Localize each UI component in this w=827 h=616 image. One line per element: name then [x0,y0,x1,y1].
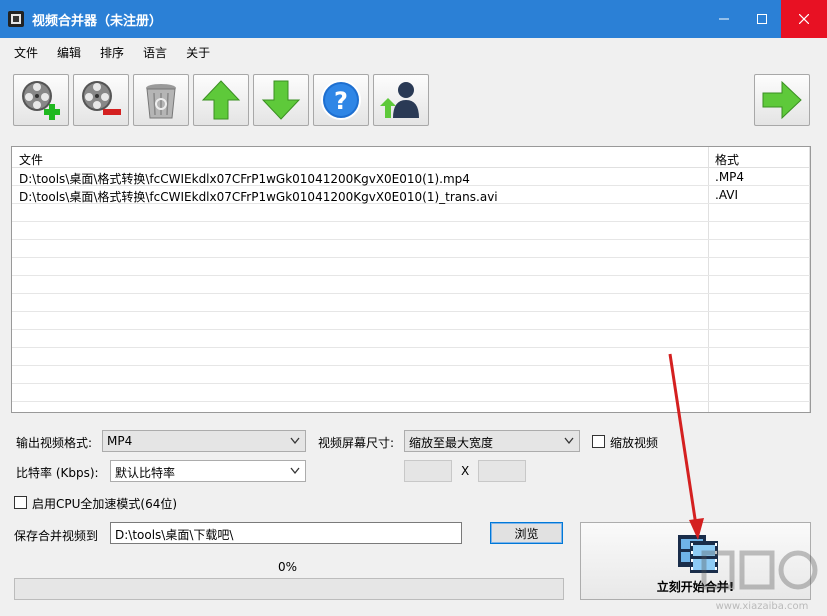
minimize-button[interactable] [705,0,743,38]
arrow-up-icon [199,78,243,122]
cpu-accel-label: 启用CPU全加速模式(64位) [32,495,177,512]
title-bar: 视频合并器（未注册） [0,0,827,38]
chevron-down-icon [290,437,300,445]
bitrate-label: 比特率 (Kbps): [16,464,99,481]
help-button[interactable]: ? [313,74,369,126]
file-path: D:\tools\桌面\格式转换\fcCWIEkdlx07CFrP1wGk010… [19,188,498,205]
save-to-label: 保存合并视频到 [14,527,98,544]
move-up-button[interactable] [193,74,249,126]
menu-sort[interactable]: 排序 [100,44,124,61]
output-format-select[interactable]: MP4 [102,430,306,452]
film-reel-plus-icon [19,78,63,122]
output-format-label: 输出视频格式: [16,434,92,451]
chevron-down-icon [564,437,574,445]
scale-video-label: 缩放视频 [610,434,658,451]
browse-button[interactable]: 浏览 [490,522,563,544]
save-path-value: D:\tools\桌面\下载吧\ [115,526,233,543]
remove-video-button[interactable] [73,74,129,126]
menu-language[interactable]: 语言 [143,44,167,61]
film-reel-minus-icon [79,78,123,122]
maximize-button[interactable] [743,0,781,38]
file-format: .MP4 [715,170,744,184]
menu-edit[interactable]: 编辑 [57,44,81,61]
size-separator: X [461,464,469,478]
width-input[interactable] [404,460,452,482]
question-mark-icon: ? [319,78,363,122]
height-input[interactable] [478,460,526,482]
menu-about[interactable]: 关于 [186,44,210,61]
upgrade-button[interactable] [373,74,429,126]
menu-bar: 文件 编辑 排序 语言 关于 [0,38,827,66]
file-list-header: 文件 格式 [12,147,810,168]
close-button[interactable] [781,0,827,38]
toolbar: ? [0,70,827,130]
column-header-format[interactable]: 格式 [715,151,739,168]
file-format: .AVI [715,188,738,202]
screen-size-select[interactable]: 缩放至最大宽度 [404,430,580,452]
close-icon [799,14,809,24]
progress-bar [14,578,564,600]
watermark-logo: www.xiazaiba.com [700,545,825,615]
svg-text:?: ? [334,87,348,115]
arrow-right-icon [760,78,804,122]
output-format-value: MP4 [107,434,132,448]
bitrate-select[interactable]: 默认比特率 [110,460,306,482]
move-down-button[interactable] [253,74,309,126]
clear-list-button[interactable] [133,74,189,126]
maximize-icon [757,14,767,24]
save-path-input[interactable]: D:\tools\桌面\下载吧\ [110,522,462,544]
file-list[interactable]: 文件 格式 D:\tools\桌面\格式转换\fcCWIEkdlx07CFrP1… [11,146,811,413]
user-up-icon [379,78,423,122]
arrow-down-icon [259,78,303,122]
minimize-icon [719,14,729,24]
screen-size-label: 视频屏幕尺寸: [318,434,394,451]
chevron-down-icon [290,467,300,475]
next-button[interactable] [754,74,810,126]
scale-video-checkbox[interactable] [592,435,605,448]
app-icon [8,11,24,27]
progress-percent: 0% [278,560,297,574]
window-title: 视频合并器（未注册） [32,10,162,29]
column-header-file[interactable]: 文件 [19,151,43,168]
cpu-accel-checkbox[interactable] [14,496,27,509]
window-controls [705,0,827,38]
trash-bin-icon [139,78,183,122]
table-row[interactable]: D:\tools\桌面\格式转换\fcCWIEkdlx07CFrP1wGk010… [12,168,810,186]
menu-file[interactable]: 文件 [14,44,38,61]
svg-text:www.xiazaiba.com: www.xiazaiba.com [716,601,809,612]
bitrate-value: 默认比特率 [115,464,175,481]
add-video-button[interactable] [13,74,69,126]
screen-size-value: 缩放至最大宽度 [409,434,493,451]
file-path: D:\tools\桌面\格式转换\fcCWIEkdlx07CFrP1wGk010… [19,170,470,187]
table-row[interactable]: D:\tools\桌面\格式转换\fcCWIEkdlx07CFrP1wGk010… [12,186,810,204]
